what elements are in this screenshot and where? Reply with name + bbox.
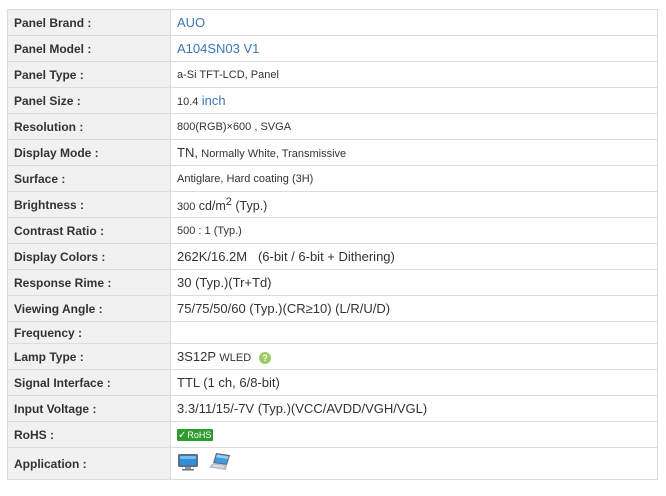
row-value: 3.3/11/15/-7V (Typ.)(VCC/AVDD/VGH/VGL) (170, 395, 658, 422)
size-number: 10.4 (177, 96, 199, 108)
row-label: Display Mode : (7, 139, 171, 166)
help-icon[interactable]: ? (259, 351, 272, 364)
row-label: Signal Interface : (7, 369, 171, 396)
row-panel-size: Panel Size : 10.4 inch (7, 87, 658, 114)
row-value (170, 321, 658, 344)
row-label: Panel Model : (7, 35, 171, 62)
panel-spec-table: Panel Brand : AUO Panel Model : A104SN03… (7, 9, 658, 480)
row-value: Antiglare, Hard coating (3H) (170, 165, 658, 192)
row-label: Input Voltage : (7, 395, 171, 422)
row-value: TTL (1 ch, 6/8-bit) (170, 369, 658, 396)
row-display-mode: Display Mode : TN, Normally White, Trans… (7, 139, 658, 166)
row-value: 300 cd/m2 (Typ.) (170, 191, 658, 218)
row-label: Panel Type : (7, 61, 171, 88)
row-value (170, 447, 658, 480)
row-resolution: Resolution : 800(RGB)×600 , SVGA (7, 113, 658, 140)
row-value: 800(RGB)×600 , SVGA (170, 113, 658, 140)
row-value: AUO (170, 9, 658, 36)
row-label: Panel Size : (7, 87, 171, 114)
check-icon: ✓ (178, 429, 187, 441)
mode-detail: Normally White, Transmissive (201, 148, 347, 160)
row-label: Contrast Ratio : (7, 217, 171, 244)
size-unit-link[interactable]: inch (202, 93, 226, 108)
mode-type: TN, (177, 145, 198, 160)
brightness-unit: cd/m (198, 199, 226, 213)
row-value: a-Si TFT-LCD, Panel (170, 61, 658, 88)
row-label: Surface : (7, 165, 171, 192)
brightness-number: 300 (177, 201, 196, 213)
laptop-icon[interactable] (207, 452, 233, 475)
row-viewing-angle: Viewing Angle : 75/75/50/60 (Typ.)(CR≥10… (7, 295, 658, 322)
row-label: Frequency : (7, 321, 171, 344)
monitor-icon[interactable] (177, 453, 199, 474)
row-value: ✓ RoHS (170, 421, 658, 448)
row-rohs: RoHS : ✓ RoHS (7, 421, 658, 448)
rohs-badge: ✓ RoHS (177, 429, 214, 442)
lamp-kind: WLED (219, 352, 252, 364)
row-label: Viewing Angle : (7, 295, 171, 322)
row-label: Panel Brand : (7, 9, 171, 36)
row-signal-interface: Signal Interface : TTL (1 ch, 6/8-bit) (7, 369, 658, 396)
brand-link[interactable]: AUO (177, 15, 205, 30)
row-label: Response Rime : (7, 269, 171, 296)
row-panel-brand: Panel Brand : AUO (7, 9, 658, 36)
model-link[interactable]: A104SN03 V1 (177, 41, 259, 56)
row-label: Brightness : (7, 191, 171, 218)
row-display-colors: Display Colors : 262K/16.2M (6-bit / 6-b… (7, 243, 658, 270)
row-label: Resolution : (7, 113, 171, 140)
lamp-config: 3S12P (177, 349, 217, 364)
row-panel-type: Panel Type : a-Si TFT-LCD, Panel (7, 61, 658, 88)
row-response: Response Rime : 30 (Typ.)(Tr+Td) (7, 269, 658, 296)
row-input-voltage: Input Voltage : 3.3/11/15/-7V (Typ.)(VCC… (7, 395, 658, 422)
row-value: 500 : 1 (Typ.) (170, 217, 658, 244)
row-contrast: Contrast Ratio : 500 : 1 (Typ.) (7, 217, 658, 244)
rohs-badge-text: RoHS (187, 430, 212, 441)
row-value: 3S12P WLED? (170, 343, 658, 370)
application-icons (177, 452, 651, 475)
row-brightness: Brightness : 300 cd/m2 (Typ.) (7, 191, 658, 218)
row-value: TN, Normally White, Transmissive (170, 139, 658, 166)
row-value: 10.4 inch (170, 87, 658, 114)
row-value: A104SN03 V1 (170, 35, 658, 62)
row-label: RoHS : (7, 421, 171, 448)
row-lamp-type: Lamp Type : 3S12P WLED? (7, 343, 658, 370)
row-application: Application : (7, 447, 658, 480)
row-frequency: Frequency : (7, 321, 658, 344)
row-label: Lamp Type : (7, 343, 171, 370)
row-label: Display Colors : (7, 243, 171, 270)
row-surface: Surface : Antiglare, Hard coating (3H) (7, 165, 658, 192)
row-value: 75/75/50/60 (Typ.)(CR≥10) (L/R/U/D) (170, 295, 658, 322)
row-panel-model: Panel Model : A104SN03 V1 (7, 35, 658, 62)
row-value: 30 (Typ.)(Tr+Td) (170, 269, 658, 296)
row-label: Application : (7, 447, 171, 480)
brightness-suffix: (Typ.) (231, 199, 268, 213)
row-value: 262K/16.2M (6-bit / 6-bit + Dithering) (170, 243, 658, 270)
